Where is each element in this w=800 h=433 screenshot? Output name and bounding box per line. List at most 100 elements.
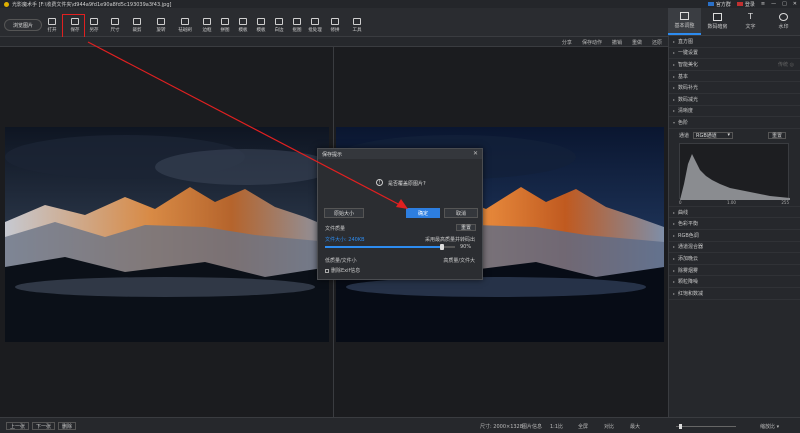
confirm-button[interactable]: 确定	[406, 208, 440, 218]
cancel-button[interactable]: 取消	[444, 208, 478, 218]
panel-item[interactable]: ▸ RGB色调	[669, 230, 800, 242]
high-quality-label: 高质量/文件大	[443, 258, 475, 264]
tool-rotate-button[interactable]: 旋转	[154, 18, 168, 33]
undo-button[interactable]: 撤销	[612, 39, 622, 46]
prev-image-button[interactable]: 上一张	[6, 422, 30, 430]
original-image[interactable]	[5, 127, 329, 342]
maximize-icon[interactable]: □	[782, 1, 787, 7]
login-button[interactable]: 登录	[736, 1, 755, 8]
compare-button[interactable]: 对比	[604, 423, 614, 430]
levels-reset-button[interactable]: 重置	[768, 131, 786, 139]
panel-item[interactable]: ▸ 除雾烟雾	[669, 265, 800, 277]
tool-size-button[interactable]: 尺寸	[108, 18, 122, 33]
original-size-button[interactable]: 原始大小	[324, 208, 364, 218]
next-image-button[interactable]: 下一张	[32, 422, 56, 430]
tab-text[interactable]: T 文字	[734, 8, 767, 35]
zoom-ratio-dropdown[interactable]: 缩放比 ▾	[760, 423, 779, 430]
window-title: 光影魔术手 [F:\收费文件夹\d944a9fd1e90a8fd5c193039…	[12, 1, 172, 8]
panel-item-label: 除雾烟雾	[678, 267, 699, 274]
chevron-down-icon: ▾	[727, 132, 731, 139]
panel-item[interactable]: ▸ 直方图	[669, 36, 800, 48]
zoom-slider-thumb[interactable]	[679, 424, 682, 429]
tool-stamp-button[interactable]: 祛斑刷	[178, 18, 192, 33]
panel-item[interactable]: ▸ 清晰度	[669, 106, 800, 118]
group-icon	[707, 1, 714, 6]
save-prompt-dialog: 保存提示 ✕ ! 是否覆盖原图片? 原始大小 确定 取消 文件质量 重置 文件大…	[317, 148, 483, 280]
tool-template-button[interactable]: 模板	[236, 18, 250, 33]
folder-icon	[48, 18, 56, 25]
dialog-title: 保存提示	[322, 151, 343, 158]
ratio-button[interactable]: 1:1比	[550, 423, 563, 430]
browse-images-button[interactable]: 浏览图片	[4, 19, 42, 31]
tool-open-button[interactable]: 打开	[45, 18, 59, 33]
mountain-photo-original	[5, 127, 329, 342]
panel-item[interactable]: ▸ 添加晚云	[669, 253, 800, 265]
tool-saveas-button[interactable]: 另存	[87, 18, 101, 33]
tool-label: 裁剪	[132, 28, 142, 33]
right-panel-tabs: 基本调整 数码暗房 T 文字 水印	[668, 8, 800, 36]
tool-label: 抠图	[292, 28, 302, 33]
axis-max: 255	[781, 199, 789, 205]
panel-item[interactable]: ▸ 一键设置	[669, 48, 800, 60]
tool-print-button[interactable]: 模板	[254, 18, 268, 33]
panel-item[interactable]: ▸ 通道混合器	[669, 242, 800, 254]
tool-crop-button[interactable]: 裁剪	[130, 18, 144, 33]
tool-batch-button[interactable]: 批处理	[308, 18, 322, 33]
exif-option[interactable]: 删除Exif信息	[325, 267, 477, 274]
image-info-button[interactable]: 图片信息	[522, 423, 542, 430]
panel-item[interactable]: ▸ 色彩平衡	[669, 218, 800, 230]
panel-item[interactable]: ▸ 数码减光	[669, 94, 800, 106]
quality-label: 文件质量	[325, 226, 346, 232]
fit-button[interactable]: 最大	[630, 423, 640, 430]
panel-item-label: 曲线	[678, 209, 689, 216]
fullscreen-button[interactable]: 全屏	[578, 423, 588, 430]
panel-item[interactable]: ▸ 基本	[669, 71, 800, 83]
histogram-graph[interactable]	[679, 142, 790, 200]
close-icon[interactable]: ✕	[473, 150, 478, 157]
tool-puzzle-button[interactable]: 拼图	[218, 18, 232, 33]
panel-item-label: 色阶	[678, 119, 689, 126]
tab-digital-darkroom[interactable]: 数码暗房	[701, 8, 734, 35]
tool-label: 模板	[256, 28, 266, 33]
puzzle-icon	[221, 18, 229, 25]
chevron-right-icon: ▸	[673, 232, 676, 238]
action-bar: 分享 保存动作 撤销 重做 还原	[0, 37, 668, 47]
zoom-slider[interactable]	[676, 424, 736, 429]
share-button[interactable]: 分享	[562, 39, 572, 46]
tool-watermark-button[interactable]: 抠图	[290, 18, 304, 33]
quality-slider[interactable]	[325, 244, 455, 250]
tool-label: 打开	[47, 28, 57, 33]
tab-basic-adjust[interactable]: 基本调整	[668, 8, 701, 35]
close-icon[interactable]: ✕	[793, 1, 797, 7]
tool-text-button[interactable]: 白边	[272, 18, 286, 33]
tool-label: 边框	[202, 28, 212, 33]
panel-item[interactable]: ▸ 颗粒降噪	[669, 276, 800, 288]
resize-icon	[111, 18, 119, 25]
quality-section: 文件质量	[325, 225, 477, 232]
panel-item-extra[interactable]: 传统 ◎	[778, 61, 794, 68]
tab-watermark[interactable]: 水印	[767, 8, 800, 35]
exif-checkbox[interactable]	[325, 268, 329, 273]
tool-share-button[interactable]: 修拼	[328, 18, 342, 33]
tool-label: 修拼	[330, 28, 340, 33]
panel-item[interactable]: ▸ 红饱和数减	[669, 288, 800, 300]
tool-border-button[interactable]: 边框	[200, 18, 214, 33]
minimize-icon[interactable]: —	[771, 1, 776, 7]
delete-button[interactable]: 删除	[58, 422, 77, 430]
tool-label: 批处理	[308, 28, 322, 33]
official-group-button[interactable]: 官方群	[707, 1, 731, 8]
channel-select[interactable]: RGB通道 ▾	[693, 131, 734, 139]
panel-item[interactable]: ▾ 色阶	[669, 117, 800, 129]
menu-icon[interactable]: ≡	[761, 1, 765, 7]
panel-item-label: 基本	[678, 73, 689, 80]
panel-item[interactable]: ▸ 数码补光	[669, 82, 800, 94]
quality-slider-thumb[interactable]	[440, 244, 444, 250]
panel-item[interactable]: ▸ 曲线	[669, 207, 800, 219]
reset-button[interactable]: 重置	[456, 224, 476, 231]
redo-button[interactable]: 重做	[632, 39, 642, 46]
restore-button[interactable]: 还原	[652, 39, 662, 46]
tool-more-button[interactable]: 工具	[350, 18, 364, 33]
more-icon	[353, 18, 361, 25]
save-action-button[interactable]: 保存动作	[582, 39, 602, 46]
panel-item[interactable]: ▸ 智能美化 传统 ◎	[669, 59, 800, 71]
